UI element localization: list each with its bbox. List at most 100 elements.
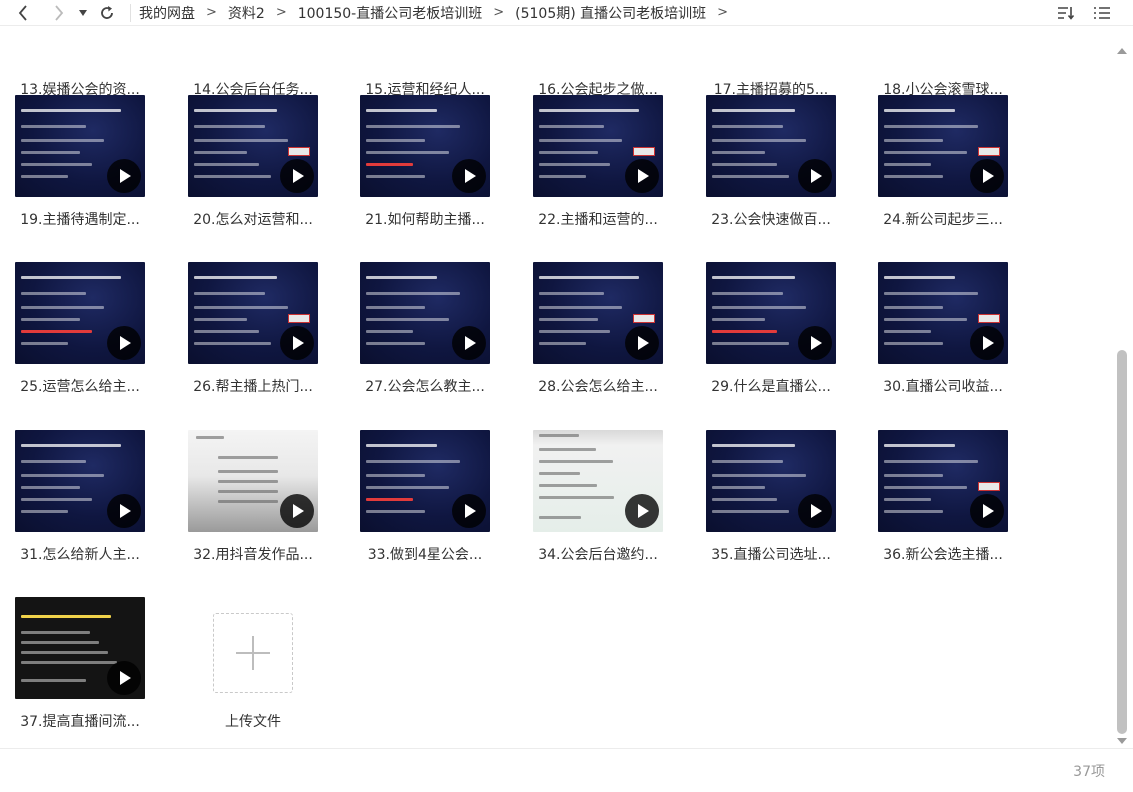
file-item[interactable]: 22.主播和运营的... — [512, 95, 684, 229]
video-thumbnail[interactable] — [360, 430, 490, 532]
play-icon[interactable] — [280, 494, 314, 528]
file-name[interactable]: 28.公会怎么给主... — [538, 376, 658, 396]
file-item[interactable]: 18.小公会滚雪球... — [857, 27, 1029, 99]
file-item[interactable]: 17.主播招募的5... — [685, 27, 857, 99]
scroll-track[interactable] — [1117, 60, 1127, 734]
file-item[interactable]: 13.娱播公会的资... — [0, 27, 166, 99]
arrow-right-icon[interactable] — [48, 2, 70, 24]
breadcrumb-item[interactable]: 我的网盘 — [137, 3, 197, 23]
play-icon[interactable] — [798, 159, 832, 193]
file-name[interactable]: 35.直播公司选址... — [711, 544, 831, 564]
play-icon[interactable] — [625, 159, 659, 193]
list-view-icon[interactable] — [1091, 2, 1113, 24]
video-thumbnail[interactable] — [188, 262, 318, 364]
play-icon[interactable] — [970, 326, 1004, 360]
file-name[interactable]: 37.提高直播间流... — [20, 711, 140, 731]
file-item[interactable]: 28.公会怎么给主... — [512, 262, 684, 396]
arrow-left-icon[interactable] — [12, 2, 34, 24]
play-icon[interactable] — [452, 159, 486, 193]
file-name[interactable]: 23.公会快速做百... — [711, 209, 831, 229]
file-item[interactable]: 27.公会怎么教主... — [339, 262, 511, 396]
play-icon[interactable] — [625, 326, 659, 360]
file-item[interactable]: 25.运营怎么给主... — [0, 262, 166, 396]
video-thumbnail[interactable] — [878, 430, 1008, 532]
breadcrumb-item[interactable]: 资料2 — [226, 3, 267, 23]
sort-icon[interactable] — [1055, 2, 1077, 24]
video-thumbnail[interactable] — [15, 430, 145, 532]
play-icon[interactable] — [107, 326, 141, 360]
scroll-up-arrow[interactable] — [1117, 48, 1127, 54]
file-item[interactable]: 20.怎么对运营和... — [167, 95, 339, 229]
upload-file-button[interactable]: 上传文件 — [167, 597, 339, 731]
play-icon[interactable] — [452, 494, 486, 528]
play-icon[interactable] — [970, 494, 1004, 528]
file-name[interactable]: 34.公会后台邀约... — [538, 544, 658, 564]
scroll-thumb[interactable] — [1117, 350, 1127, 734]
file-name[interactable]: 25.运营怎么给主... — [20, 376, 140, 396]
play-icon[interactable] — [625, 494, 659, 528]
file-item[interactable]: 29.什么是直播公... — [685, 262, 857, 396]
video-thumbnail[interactable] — [360, 262, 490, 364]
play-icon[interactable] — [280, 159, 314, 193]
file-item[interactable]: 23.公会快速做百... — [685, 95, 857, 229]
play-icon[interactable] — [107, 159, 141, 193]
plus-icon[interactable] — [213, 613, 293, 693]
file-item[interactable]: 35.直播公司选址... — [685, 430, 857, 564]
video-thumbnail[interactable] — [15, 262, 145, 364]
file-name[interactable]: 31.怎么给新人主... — [20, 544, 140, 564]
play-icon[interactable] — [452, 326, 486, 360]
video-thumbnail[interactable] — [706, 95, 836, 197]
file-item[interactable]: 34.公会后台邀约... — [512, 430, 684, 564]
file-item[interactable]: 19.主播待遇制定... — [0, 95, 166, 229]
breadcrumb-item[interactable]: (5105期) 直播公司老板培训班 — [513, 3, 708, 23]
video-thumbnail[interactable] — [533, 262, 663, 364]
file-item[interactable]: 16.公会起步之做... — [512, 27, 684, 99]
file-item[interactable]: 36.新公会选主播... — [857, 430, 1029, 564]
video-thumbnail[interactable] — [533, 95, 663, 197]
file-name[interactable]: 24.新公司起步三... — [883, 209, 1003, 229]
play-icon[interactable] — [280, 326, 314, 360]
play-icon[interactable] — [107, 661, 141, 695]
file-item[interactable]: 24.新公司起步三... — [857, 95, 1029, 229]
video-thumbnail[interactable] — [706, 262, 836, 364]
file-item[interactable]: 26.帮主播上热门... — [167, 262, 339, 396]
file-item[interactable]: 31.怎么给新人主... — [0, 430, 166, 564]
breadcrumb-item[interactable]: 100150-直播公司老板培训班 — [296, 3, 485, 23]
file-item[interactable]: 37.提高直播间流... — [0, 597, 166, 731]
play-icon[interactable] — [970, 159, 1004, 193]
file-name[interactable]: 20.怎么对运营和... — [193, 209, 313, 229]
video-thumbnail[interactable] — [15, 95, 145, 197]
video-thumbnail[interactable] — [188, 95, 318, 197]
play-icon[interactable] — [107, 494, 141, 528]
video-thumbnail[interactable] — [878, 262, 1008, 364]
file-item[interactable]: 15.运营和经纪人... — [339, 27, 511, 99]
upload-file-label[interactable]: 上传文件 — [225, 711, 281, 731]
file-item[interactable]: 32.用抖音发作品... — [167, 430, 339, 564]
caret-down-icon[interactable] — [76, 2, 90, 24]
file-item[interactable]: 30.直播公司收益... — [857, 262, 1029, 396]
video-thumbnail[interactable] — [360, 95, 490, 197]
file-name[interactable]: 26.帮主播上热门... — [193, 376, 313, 396]
scroll-down-arrow[interactable] — [1117, 738, 1127, 744]
file-name[interactable]: 32.用抖音发作品... — [193, 544, 313, 564]
play-icon[interactable] — [798, 494, 832, 528]
file-name[interactable]: 30.直播公司收益... — [883, 376, 1003, 396]
refresh-icon[interactable] — [96, 2, 118, 24]
play-icon[interactable] — [798, 326, 832, 360]
video-thumbnail[interactable] — [706, 430, 836, 532]
video-thumbnail[interactable] — [533, 430, 663, 532]
file-name[interactable]: 29.什么是直播公... — [711, 376, 831, 396]
video-thumbnail[interactable] — [15, 597, 145, 699]
file-item[interactable]: 33.做到4星公会... — [339, 430, 511, 564]
file-item[interactable]: 21.如何帮助主播... — [339, 95, 511, 229]
file-name[interactable]: 33.做到4星公会... — [368, 544, 483, 564]
video-thumbnail[interactable] — [878, 95, 1008, 197]
file-item[interactable]: 14.公会后台任务... — [167, 27, 339, 99]
vertical-scrollbar[interactable] — [1115, 40, 1131, 746]
file-name[interactable]: 19.主播待遇制定... — [20, 209, 140, 229]
video-thumbnail[interactable] — [188, 430, 318, 532]
file-name[interactable]: 22.主播和运营的... — [538, 209, 658, 229]
file-name[interactable]: 27.公会怎么教主... — [365, 376, 485, 396]
file-name[interactable]: 36.新公会选主播... — [883, 544, 1003, 564]
file-name[interactable]: 21.如何帮助主播... — [365, 209, 485, 229]
